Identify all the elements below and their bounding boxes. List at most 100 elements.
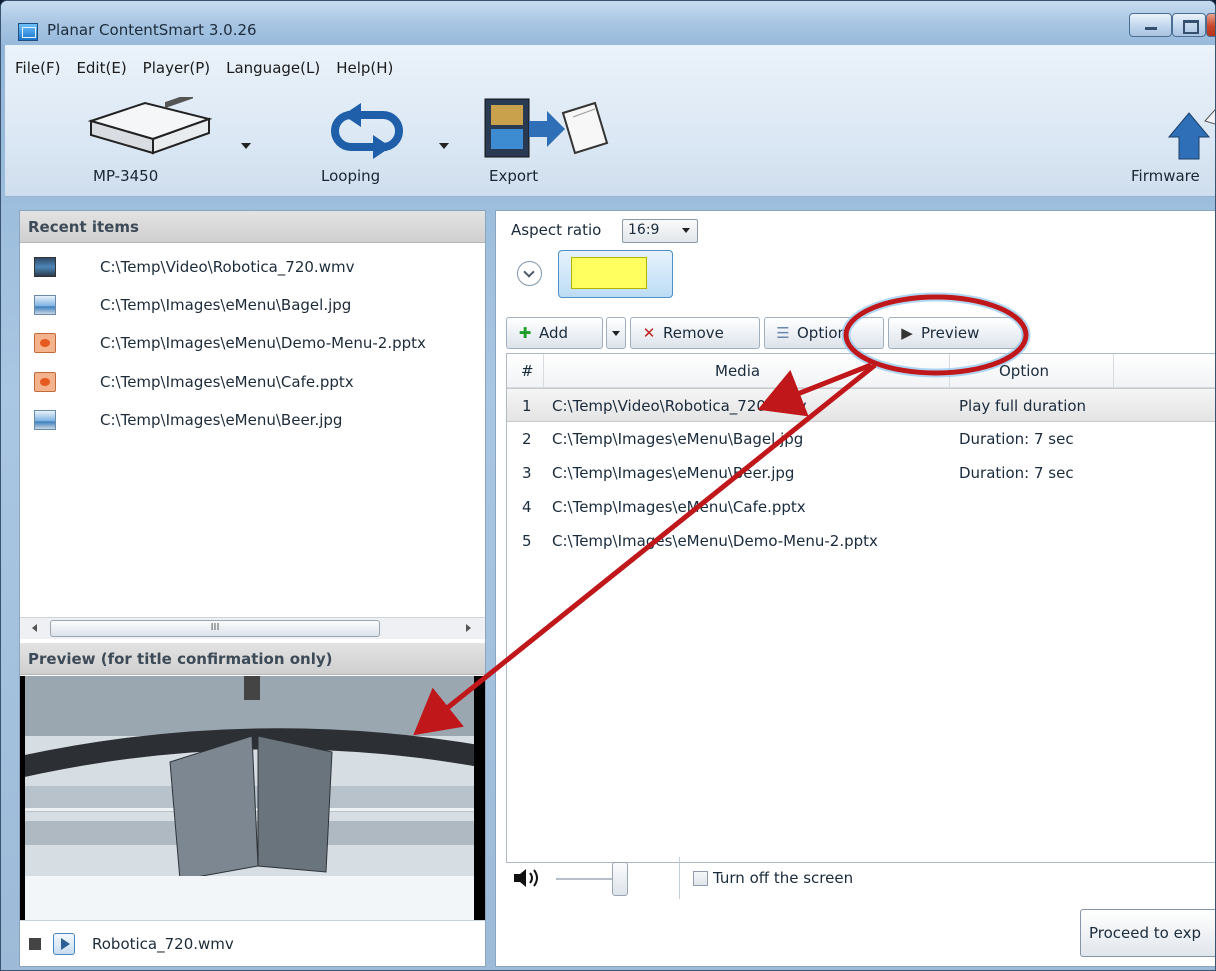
app-window: Planar ContentSmart 3.0.26 File(F) Edit(… bbox=[0, 0, 1216, 971]
proceed-to-export-button[interactable]: Proceed to exp bbox=[1080, 909, 1215, 957]
row-number: 2 bbox=[522, 430, 532, 448]
preview-controls: Robotica_720.wmv bbox=[20, 920, 485, 966]
menu-help[interactable]: Help(H) bbox=[336, 59, 393, 77]
menu-language[interactable]: Language(L) bbox=[226, 59, 320, 77]
recent-item[interactable]: C:\Temp\Images\eMenu\Cafe.pptx bbox=[20, 366, 485, 400]
play-icon: ▶ bbox=[901, 324, 913, 342]
table-row[interactable]: 4 C:\Temp\Images\eMenu\Cafe.pptx bbox=[507, 490, 1215, 524]
recent-item[interactable]: C:\Temp\Images\eMenu\Beer.jpg bbox=[20, 404, 485, 438]
stop-button[interactable] bbox=[29, 938, 41, 950]
preview-header: Preview (for title confirmation only) bbox=[20, 643, 485, 675]
recent-items-list: C:\Temp\Video\Robotica_720.wmv C:\Temp\I… bbox=[20, 245, 485, 617]
player-label: MP-3450 bbox=[93, 167, 159, 185]
looping-dropdown-arrow[interactable] bbox=[439, 143, 449, 149]
table-row[interactable]: 1 C:\Temp\Video\Robotica_720.wmv Play fu… bbox=[507, 388, 1215, 422]
menu-player[interactable]: Player(P) bbox=[143, 59, 210, 77]
image-file-icon bbox=[34, 410, 56, 430]
turn-off-screen-checkbox[interactable] bbox=[693, 871, 708, 886]
menu-bar: File(F) Edit(E) Player(P) Language(L) He… bbox=[15, 59, 393, 77]
recent-item-path: C:\Temp\Images\eMenu\Beer.jpg bbox=[100, 411, 343, 429]
player-dropdown-arrow[interactable] bbox=[241, 143, 251, 149]
preview-file-name: Robotica_720.wmv bbox=[92, 935, 234, 953]
aspect-ratio-value: 16:9 bbox=[628, 222, 660, 238]
scrollbar-thumb[interactable]: III bbox=[50, 620, 380, 637]
recent-item[interactable]: C:\Temp\Images\eMenu\Demo-Menu-2.pptx bbox=[20, 327, 485, 361]
remove-button[interactable]: ✕ Remove bbox=[630, 317, 760, 349]
volume-slider-thumb[interactable] bbox=[612, 862, 628, 896]
maximize-button[interactable] bbox=[1172, 13, 1206, 37]
close-button[interactable] bbox=[1206, 13, 1215, 37]
row-media: C:\Temp\Video\Robotica_720.wmv bbox=[552, 397, 807, 415]
table-header: # Media Option bbox=[507, 354, 1215, 388]
option-list-icon: ☰ bbox=[776, 324, 790, 342]
horizontal-scrollbar[interactable]: III bbox=[20, 617, 485, 639]
volume-slider-track[interactable] bbox=[556, 878, 618, 880]
player-device-icon[interactable] bbox=[81, 97, 221, 159]
video-file-icon bbox=[34, 257, 56, 277]
looping-icon[interactable] bbox=[317, 101, 417, 161]
video-preview bbox=[20, 676, 485, 920]
pptx-file-icon bbox=[34, 333, 56, 353]
add-dropdown-button[interactable] bbox=[606, 317, 626, 349]
column-media-header[interactable]: Media bbox=[715, 362, 760, 380]
table-row[interactable]: 3 C:\Temp\Images\eMenu\Beer.jpg Duration… bbox=[507, 456, 1215, 490]
remove-x-icon: ✕ bbox=[642, 324, 656, 342]
option-button[interactable]: ☰ Option bbox=[764, 317, 884, 349]
expand-layouts-icon[interactable] bbox=[517, 261, 542, 286]
row-number: 5 bbox=[522, 532, 532, 550]
column-divider bbox=[949, 354, 950, 388]
layout-zone bbox=[571, 257, 647, 289]
preview-button[interactable]: ▶ Preview bbox=[888, 317, 1023, 349]
table-row[interactable]: 5 C:\Temp\Images\eMenu\Demo-Menu-2.pptx bbox=[507, 524, 1215, 558]
aspect-ratio-label: Aspect ratio bbox=[511, 221, 602, 239]
menu-edit[interactable]: Edit(E) bbox=[76, 59, 126, 77]
add-button[interactable]: ✚ Add bbox=[506, 317, 603, 349]
media-playlist-table: # Media Option 1 C:\Temp\Video\Robotica_… bbox=[506, 353, 1215, 863]
table-row[interactable]: 2 C:\Temp\Images\eMenu\Bagel.jpg Duratio… bbox=[507, 422, 1215, 456]
window-title: Planar ContentSmart 3.0.26 bbox=[47, 21, 257, 39]
add-label: Add bbox=[539, 324, 569, 342]
toolbar-ribbon: File(F) Edit(E) Player(P) Language(L) He… bbox=[5, 45, 1216, 197]
minimize-button[interactable] bbox=[1129, 13, 1172, 37]
row-media: C:\Temp\Images\eMenu\Beer.jpg bbox=[552, 464, 795, 482]
aspect-ratio-select[interactable]: 16:9 bbox=[622, 219, 698, 243]
recent-item-path: C:\Temp\Images\eMenu\Cafe.pptx bbox=[100, 373, 354, 391]
preview-label: Preview bbox=[921, 324, 980, 342]
play-button[interactable] bbox=[53, 933, 75, 955]
looping-label: Looping bbox=[321, 167, 381, 185]
divider bbox=[679, 857, 680, 899]
plus-icon: ✚ bbox=[518, 324, 532, 342]
recent-items-header: Recent items bbox=[20, 211, 485, 243]
recent-item[interactable]: C:\Temp\Images\eMenu\Bagel.jpg bbox=[20, 289, 485, 323]
row-number: 3 bbox=[522, 464, 532, 482]
column-divider bbox=[543, 354, 544, 388]
chevron-down-icon bbox=[682, 228, 690, 233]
column-option-header[interactable]: Option bbox=[999, 362, 1049, 380]
scroll-left-icon[interactable] bbox=[32, 624, 37, 632]
right-panel: Aspect ratio 16:9 ✚ Add ✕ Remove ☰ Option ▶… bbox=[495, 210, 1215, 967]
firmware-icon[interactable] bbox=[1165, 97, 1216, 161]
row-media: C:\Temp\Images\eMenu\Cafe.pptx bbox=[552, 498, 806, 516]
row-option: Duration: 7 sec bbox=[959, 464, 1074, 482]
column-number-header[interactable]: # bbox=[521, 362, 534, 380]
turn-off-screen-label[interactable]: Turn off the screen bbox=[713, 869, 853, 887]
recent-item-path: C:\Temp\Images\eMenu\Demo-Menu-2.pptx bbox=[100, 334, 426, 352]
export-label: Export bbox=[489, 167, 539, 185]
option-label: Option bbox=[797, 324, 848, 342]
app-icon bbox=[18, 23, 38, 41]
firmware-label: Firmware bbox=[1131, 167, 1200, 185]
row-option: Duration: 7 sec bbox=[959, 430, 1074, 448]
recent-item-path: C:\Temp\Video\Robotica_720.wmv bbox=[100, 258, 355, 276]
volume-icon[interactable] bbox=[512, 866, 542, 890]
row-number: 1 bbox=[522, 397, 532, 415]
left-panel: Recent items C:\Temp\Video\Robotica_720.… bbox=[19, 210, 486, 967]
scroll-right-icon[interactable] bbox=[466, 624, 471, 632]
preview-robot-image bbox=[20, 676, 485, 920]
recent-item[interactable]: C:\Temp\Video\Robotica_720.wmv bbox=[20, 251, 485, 285]
row-media: C:\Temp\Images\eMenu\Bagel.jpg bbox=[552, 430, 804, 448]
row-number: 4 bbox=[522, 498, 532, 516]
export-icon[interactable] bbox=[483, 97, 613, 161]
pptx-file-icon bbox=[34, 372, 56, 392]
menu-file[interactable]: File(F) bbox=[15, 59, 60, 77]
layout-thumbnail[interactable] bbox=[558, 250, 673, 298]
